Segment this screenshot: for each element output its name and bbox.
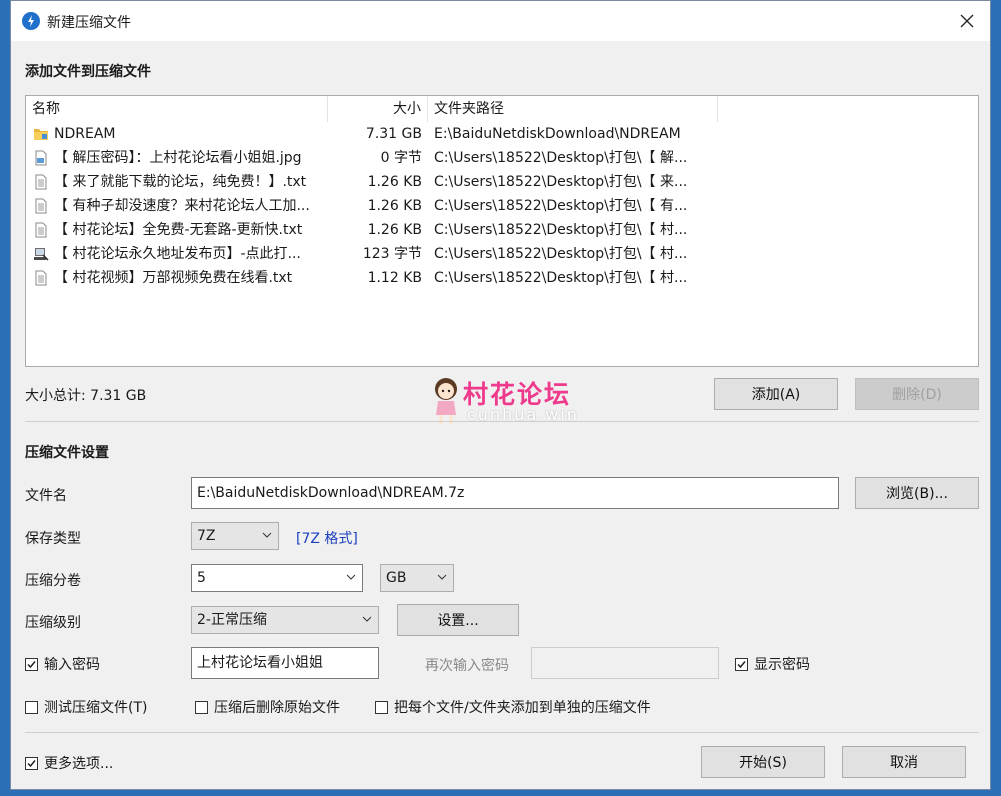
file-size: 0 字节 <box>380 150 422 166</box>
total-size: 大小总计: 7.31 GB <box>25 388 147 404</box>
settings-section-title: 压缩文件设置 <box>25 445 109 461</box>
save-type-label: 保存类型 <box>25 531 81 547</box>
more-options-checkbox[interactable]: 更多选项... <box>25 753 113 773</box>
test-archive-label: 测试压缩文件(T) <box>44 700 148 716</box>
file-name: 【 解压密码】：上村花论坛看小姐姐.jpg <box>54 150 302 166</box>
window-title: 新建压缩文件 <box>47 15 131 31</box>
start-button[interactable]: 开始(S) <box>701 746 825 778</box>
girl-mascot-icon <box>435 378 457 424</box>
add-button[interactable]: 添加(A) <box>714 378 838 410</box>
file-name: 【 村花论坛永久地址发布页】-点此打... <box>54 246 301 262</box>
file-list[interactable]: 名称 大小 文件夹路径 NDREAM 7.31 GB E:\BaiduNetdi… <box>25 95 979 367</box>
checkbox-unchecked <box>375 700 388 714</box>
file-row[interactable]: 【 来了就能下载的论坛，纯免费！】.txt 1.26 KB C:\Users\1… <box>26 170 978 194</box>
split-unit-value: GB <box>386 570 407 586</box>
chevron-down-icon <box>437 574 447 580</box>
file-row[interactable]: 【 解压密码】：上村花论坛看小姐姐.jpg 0 字节 C:\Users\1852… <box>26 146 978 170</box>
split-size-select[interactable]: 5 <box>191 564 363 592</box>
divider <box>25 421 979 422</box>
browse-button[interactable]: 浏览(B)... <box>855 477 979 509</box>
chevron-down-icon <box>362 616 372 622</box>
password-checkbox-label: 输入密码 <box>44 657 100 673</box>
save-type-select[interactable]: 7Z <box>191 522 279 550</box>
checkbox-checked <box>735 657 748 671</box>
column-header-size[interactable]: 大小 <box>328 96 428 122</box>
checkbox-unchecked <box>25 700 38 714</box>
close-button[interactable] <box>944 1 990 41</box>
file-size: 7.31 GB <box>365 126 422 142</box>
level-settings-button[interactable]: 设置... <box>397 604 519 636</box>
delete-after-checkbox[interactable]: 压缩后删除原始文件 <box>195 697 340 717</box>
test-archive-checkbox[interactable]: 测试压缩文件(T) <box>25 697 147 717</box>
reenter-password-label: 再次输入密码 <box>425 658 509 674</box>
new-archive-dialog: 新建压缩文件 添加文件到压缩文件 名称 大小 文件夹路径 NDREAM 7.31… <box>10 0 991 790</box>
file-name: NDREAM <box>54 126 116 142</box>
delete-button[interactable]: 删除(D) <box>855 378 979 410</box>
file-size: 1.26 KB <box>367 198 422 214</box>
delete-after-label: 压缩后删除原始文件 <box>214 700 340 716</box>
file-path: C:\Users\18522\Desktop\打包\【 来... <box>434 174 688 190</box>
file-path: E:\BaiduNetdiskDownload\NDREAM <box>434 126 681 142</box>
file-path: C:\Users\18522\Desktop\打包\【 村... <box>434 246 688 262</box>
column-header-name[interactable]: 名称 <box>26 96 328 122</box>
file-path: C:\Users\18522\Desktop\打包\【 解... <box>434 150 688 166</box>
file-row[interactable]: 【 村花视频】万部视频免费在线看.txt 1.12 KB C:\Users\18… <box>26 266 978 290</box>
checkbox-checked <box>25 756 38 770</box>
split-label: 压缩分卷 <box>25 573 81 589</box>
save-type-value: 7Z <box>197 528 216 544</box>
show-password-label: 显示密码 <box>754 657 810 673</box>
file-row[interactable]: 【 有种子却没速度？来村花论坛人工加... 1.26 KB C:\Users\1… <box>26 194 978 218</box>
checkbox-checked <box>25 657 38 671</box>
file-row[interactable]: 【 村花论坛】全免费-无套路-更新快.txt 1.26 KB C:\Users\… <box>26 218 978 242</box>
title-bar: 新建压缩文件 <box>11 1 990 41</box>
file-size: 1.26 KB <box>367 174 422 190</box>
bandizip-icon <box>22 12 40 30</box>
file-name: 【 村花论坛】全免费-无套路-更新快.txt <box>54 222 303 238</box>
file-list-header: 名称 大小 文件夹路径 <box>26 96 978 122</box>
more-options-label: 更多选项... <box>44 756 114 772</box>
level-select[interactable]: 2-正常压缩 <box>191 606 379 634</box>
file-path: C:\Users\18522\Desktop\打包\【 有... <box>434 198 688 214</box>
filename-label: 文件名 <box>25 488 67 504</box>
file-name: 【 有种子却没速度？来村花论坛人工加... <box>54 198 310 214</box>
split-size-value: 5 <box>197 570 206 586</box>
file-path: C:\Users\18522\Desktop\打包\【 村... <box>434 222 688 238</box>
filename-input[interactable]: E:\BaiduNetdiskDownload\NDREAM.7z <box>191 477 839 509</box>
file-row[interactable]: NDREAM 7.31 GB E:\BaiduNetdiskDownload\N… <box>26 122 978 146</box>
file-size: 123 字节 <box>362 246 422 262</box>
chevron-down-icon <box>262 532 272 538</box>
checkbox-unchecked <box>195 700 208 714</box>
column-header-path[interactable]: 文件夹路径 <box>428 96 718 122</box>
files-section-title: 添加文件到压缩文件 <box>25 64 151 80</box>
file-name: 【 来了就能下载的论坛，纯免费！】.txt <box>54 174 307 190</box>
file-row[interactable]: 【 村花论坛永久地址发布页】-点此打... 123 字节 C:\Users\18… <box>26 242 978 266</box>
chevron-down-icon <box>346 574 356 580</box>
each-separate-label: 把每个文件/文件夹添加到单独的压缩文件 <box>394 700 651 716</box>
level-label: 压缩级别 <box>25 615 81 631</box>
each-separate-checkbox[interactable]: 把每个文件/文件夹添加到单独的压缩文件 <box>375 697 651 717</box>
format-link[interactable]: [7Z 格式] <box>296 528 358 548</box>
file-path: C:\Users\18522\Desktop\打包\【 村... <box>434 270 688 286</box>
close-icon <box>960 14 974 28</box>
password-checkbox[interactable]: 输入密码 <box>25 654 100 674</box>
file-name: 【 村花视频】万部视频免费在线看.txt <box>54 270 293 286</box>
divider <box>25 732 979 733</box>
reenter-password-input[interactable] <box>531 647 719 679</box>
cancel-button[interactable]: 取消 <box>842 746 966 778</box>
file-size: 1.12 KB <box>367 270 422 286</box>
file-size: 1.26 KB <box>367 222 422 238</box>
show-password-checkbox[interactable]: 显示密码 <box>735 654 810 674</box>
split-unit-select[interactable]: GB <box>380 564 454 592</box>
password-input[interactable]: 上村花论坛看小姐姐 <box>191 647 379 679</box>
level-value: 2-正常压缩 <box>197 612 267 628</box>
